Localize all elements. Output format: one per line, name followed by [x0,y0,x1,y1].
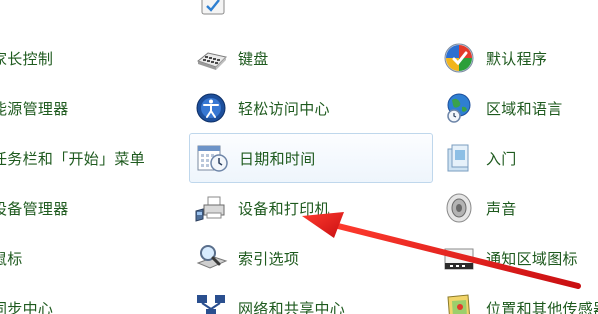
notification-area-icon [442,241,476,275]
item-getting-started[interactable]: 入门 [442,139,517,177]
item-ease-of-access[interactable]: 轻松访问中心 [194,89,330,127]
item-label: 网络和共享中心 [238,299,346,314]
partial-top-icon [196,0,230,18]
item-region-language[interactable]: 区域和语言 [442,89,563,127]
item-label: 入门 [486,149,517,168]
indexing-options-icon [194,241,228,275]
getting-started-icon [442,141,476,175]
item-label: 索引选项 [238,249,300,268]
item-label: 位置和其他传感器 [486,299,598,314]
item-label: 设备和打印机 [238,199,330,218]
network-sharing-icon [194,291,228,314]
item-date-time[interactable]: 日期和时间 [189,133,433,183]
item-label: 任务栏和「开始」菜单 [0,149,146,168]
item-device-manager[interactable]: 设备管理器 [0,189,69,227]
item-parental-controls[interactable]: 家长控制 [0,39,53,77]
item-label: 区域和语言 [486,99,563,118]
devices-printers-icon [194,191,228,225]
item-network-sharing[interactable]: 网络和共享中心 [194,289,345,314]
region-language-icon [442,91,476,125]
item-sound[interactable]: 声音 [442,189,517,227]
item-label: 声音 [486,199,517,218]
item-label: 鼠标 [0,249,23,268]
default-programs-icon [442,41,476,75]
keyboard-icon [194,41,228,75]
item-notification-area[interactable]: 通知区域图标 [442,239,578,277]
item-devices-printers[interactable]: 设备和打印机 [194,189,330,227]
control-panel-all-items: 家长控制 能源管理器 任务栏和「开始」菜单 设备管理器 鼠标 同步中心 [0,0,598,314]
location-sensors-icon [442,291,476,314]
item-label: 日期和时间 [239,149,316,168]
item-label: 键盘 [238,49,269,68]
item-label: 能源管理器 [0,99,69,118]
item-taskbar-start-menu[interactable]: 任务栏和「开始」菜单 [0,139,145,177]
item-label: 默认程序 [486,49,548,68]
item-label: 家长控制 [0,49,54,68]
item-mouse[interactable]: 鼠标 [0,239,23,277]
item-label: 设备管理器 [0,199,69,218]
date-time-icon [195,141,229,175]
ease-of-access-icon [194,91,228,125]
item-location-sensors[interactable]: 位置和其他传感器 [442,289,598,314]
item-label: 轻松访问中心 [238,99,330,118]
item-power-manager[interactable]: 能源管理器 [0,89,69,127]
item-keyboard[interactable]: 键盘 [194,39,269,77]
item-sync-center[interactable]: 同步中心 [0,289,53,314]
sound-icon [442,191,476,225]
item-label: 通知区域图标 [486,249,578,268]
item-label: 同步中心 [0,299,54,314]
item-default-programs[interactable]: 默认程序 [442,39,547,77]
item-indexing-options[interactable]: 索引选项 [194,239,299,277]
